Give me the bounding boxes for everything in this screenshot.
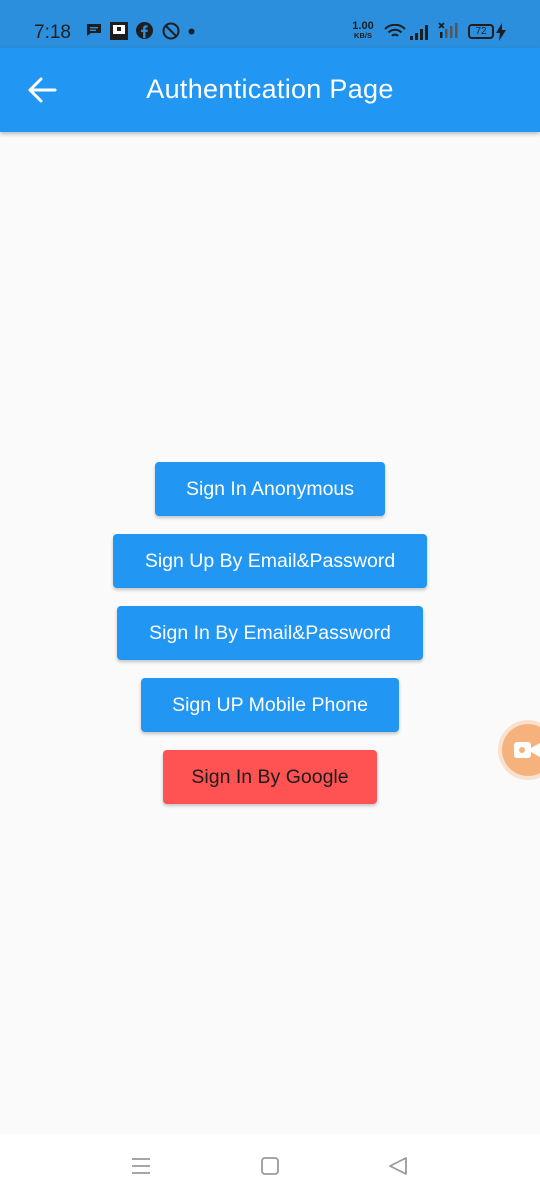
message-icon	[87, 24, 101, 36]
screen-icon	[110, 22, 128, 40]
wifi-icon	[384, 24, 406, 37]
sign-up-email-button[interactable]: Sign Up By Email&Password	[113, 534, 427, 588]
video-camera-icon	[514, 742, 540, 758]
blocked-icon	[162, 22, 180, 40]
signal-x-icon	[438, 22, 458, 38]
status-time: 7:18	[34, 22, 71, 43]
signal-icon	[410, 25, 428, 40]
page-title: Authentication Page	[146, 74, 394, 104]
charging-icon	[496, 23, 506, 41]
home-icon[interactable]	[260, 1156, 280, 1176]
net-speed-value: 1.00	[352, 20, 374, 32]
app-bar: Authentication Page	[0, 48, 540, 132]
back-icon[interactable]	[388, 1156, 408, 1176]
status-bar: 7:18 1.00 KB/S 72	[0, 0, 540, 48]
battery-icon: 72	[468, 24, 494, 39]
sign-up-mobile-button[interactable]: Sign UP Mobile Phone	[141, 678, 399, 732]
facebook-icon	[136, 22, 153, 39]
screen-record-bubble[interactable]	[502, 724, 540, 776]
sign-in-google-button[interactable]: Sign In By Google	[163, 750, 377, 804]
dot-icon	[188, 28, 195, 35]
menu-icon[interactable]	[131, 1156, 151, 1176]
sign-in-email-button[interactable]: Sign In By Email&Password	[117, 606, 423, 660]
net-speed: 1.00 KB/S	[350, 20, 376, 41]
sign-in-anonymous-button[interactable]: Sign In Anonymous	[155, 462, 385, 516]
navigation-bar	[0, 1134, 540, 1200]
net-speed-unit: KB/S	[354, 31, 372, 40]
battery-level: 72	[475, 26, 487, 37]
